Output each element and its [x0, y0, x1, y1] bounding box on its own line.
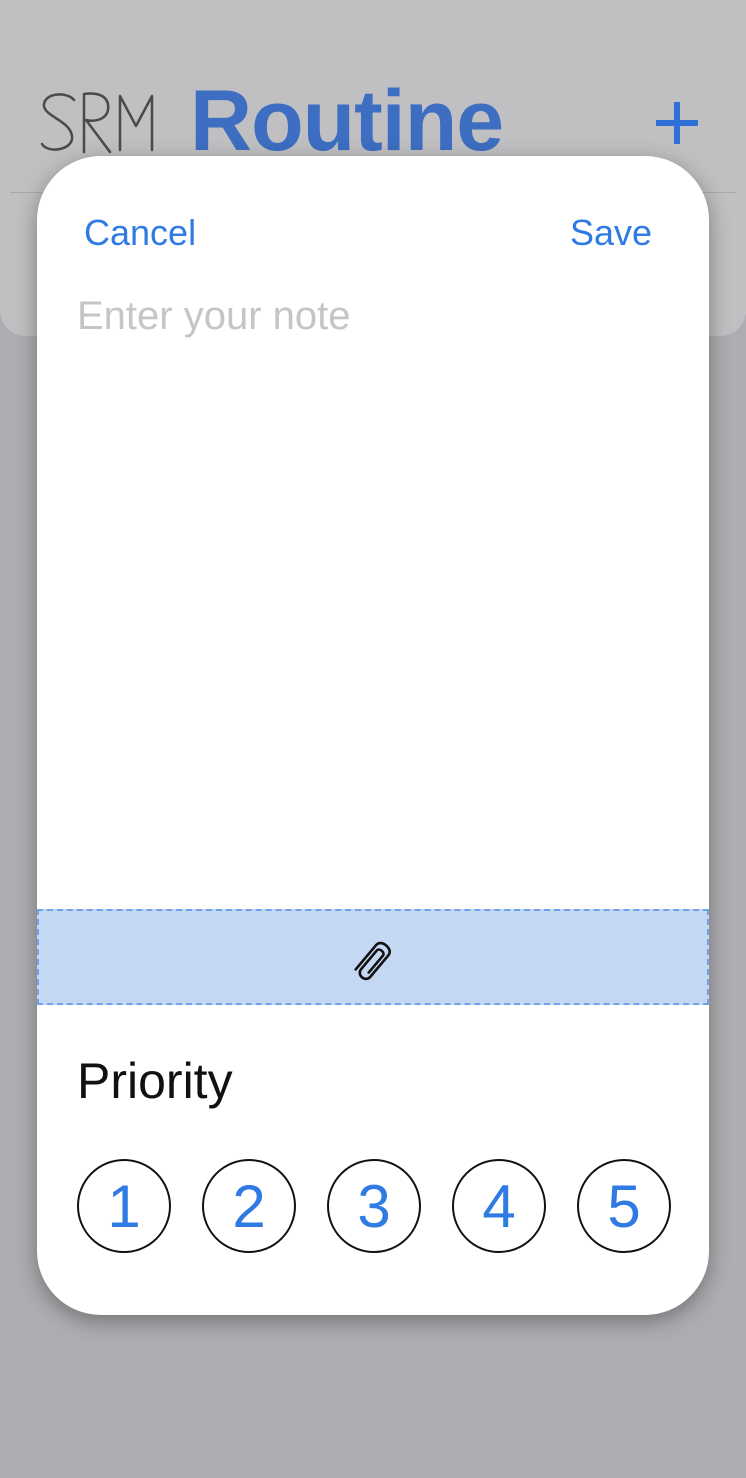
attachment-drop-zone[interactable]: [37, 909, 709, 1005]
cancel-button[interactable]: Cancel: [84, 212, 196, 254]
priority-option-1[interactable]: 1: [77, 1159, 171, 1253]
priority-option-3[interactable]: 3: [327, 1159, 421, 1253]
note-input[interactable]: [77, 294, 667, 894]
plus-icon[interactable]: [652, 98, 702, 148]
paperclip-icon: [354, 941, 391, 981]
new-note-sheet: Cancel Save Priority 1 2 3 4 5: [37, 156, 709, 1315]
priority-options: 1 2 3 4 5: [77, 1159, 671, 1253]
srm-logo: [40, 92, 154, 154]
priority-option-4[interactable]: 4: [452, 1159, 546, 1253]
priority-option-2[interactable]: 2: [202, 1159, 296, 1253]
priority-label: Priority: [77, 1053, 233, 1109]
priority-option-5[interactable]: 5: [577, 1159, 671, 1253]
save-button[interactable]: Save: [570, 212, 652, 254]
